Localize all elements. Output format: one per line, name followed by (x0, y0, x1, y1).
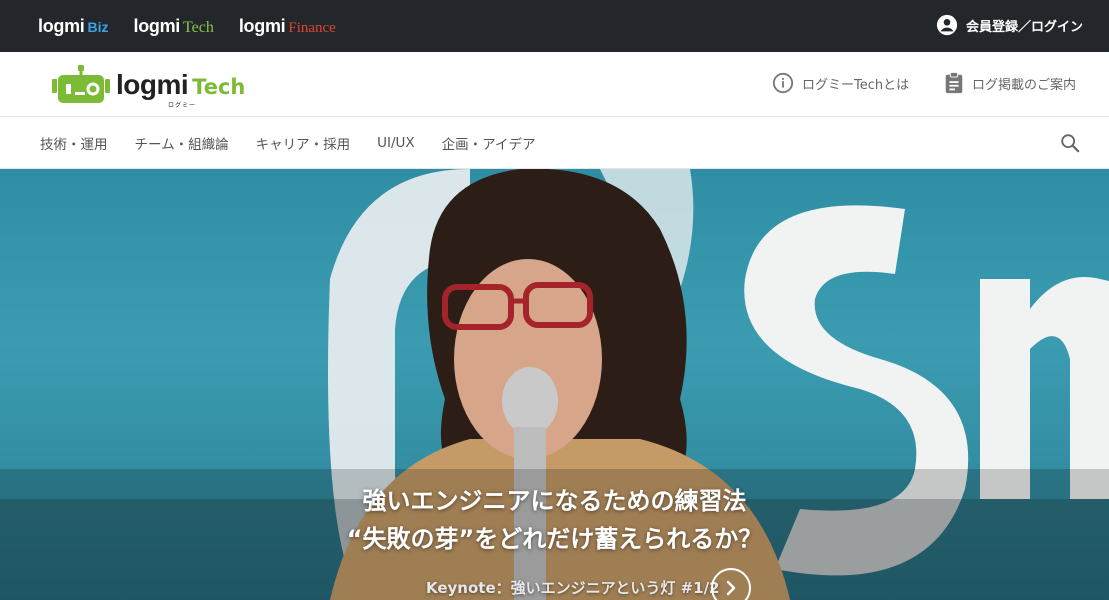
about-logmi-tech-link[interactable]: ログミーTechとは (772, 72, 909, 94)
brand-suffix-tech: Tech (183, 18, 214, 36)
logo-logmi-text: logmi (116, 69, 189, 100)
category-nav: 技術・運用 チーム・組織論 キャリア・採用 UI/UX 企画・アイデア (0, 117, 1109, 169)
nav-item-tech-ops[interactable]: 技術・運用 (40, 133, 108, 153)
site-header: logmi Tech ログミー ログミーTechとは ログ掲載のご案内 (0, 52, 1109, 117)
search-icon[interactable] (1059, 132, 1081, 154)
brand-link-logmi-tech[interactable]: logmi Tech (134, 16, 214, 37)
logmi-tech-logo[interactable]: logmi Tech ログミー (52, 65, 246, 109)
brand-suffix-biz: Biz (87, 18, 109, 35)
nav-item-team-org[interactable]: チーム・組織論 (135, 133, 229, 153)
brand-logmi-text: logmi (38, 15, 85, 36)
hero-article[interactable]: 強いエンジニアになるための練習法 “失敗の芽”をどれだけ蓄えられるか？ Keyn… (0, 169, 1109, 600)
top-brand-bar: logmi Biz logmi Tech logmi Finance 会員登録／… (0, 0, 1109, 52)
about-link-label: ログミーTechとは (802, 77, 910, 93)
logo-kana-text: ログミー (168, 102, 197, 109)
register-login-label: 会員登録／ログイン (965, 19, 1083, 35)
hero-subtitle: Keynote：強いエンジニアという灯 #1/2 (426, 579, 720, 597)
hero-title-line-1: 強いエンジニアになるための練習法 (362, 487, 747, 515)
publishing-guide-link[interactable]: ログ掲載のご案内 (944, 72, 1076, 94)
clipboard-icon (945, 72, 963, 94)
guide-link-label: ログ掲載のご案内 (972, 77, 1077, 93)
info-icon (772, 72, 794, 94)
brand-link-logmi-biz[interactable]: logmi Biz (38, 16, 109, 37)
brand-suffix-finance: Finance (288, 19, 336, 36)
robot-logo-icon (52, 65, 110, 103)
hero-title-line-2: “失敗の芽”をどれだけ蓄えられるか？ (346, 525, 763, 553)
nav-item-uiux[interactable]: UI/UX (377, 135, 415, 151)
chevron-right-icon (726, 580, 736, 596)
nav-item-career[interactable]: キャリア・採用 (256, 133, 351, 153)
account-circle-icon (936, 14, 958, 36)
brand-link-logmi-finance[interactable]: logmi Finance (239, 16, 336, 37)
nav-item-planning[interactable]: 企画・アイデア (442, 133, 536, 153)
brand-logmi-text: logmi (238, 15, 286, 36)
logo-tech-text: Tech (192, 75, 246, 99)
hero-next-button[interactable] (711, 568, 751, 600)
register-login-link[interactable]: 会員登録／ログイン (936, 14, 1083, 36)
brand-logmi-text: logmi (133, 15, 181, 36)
